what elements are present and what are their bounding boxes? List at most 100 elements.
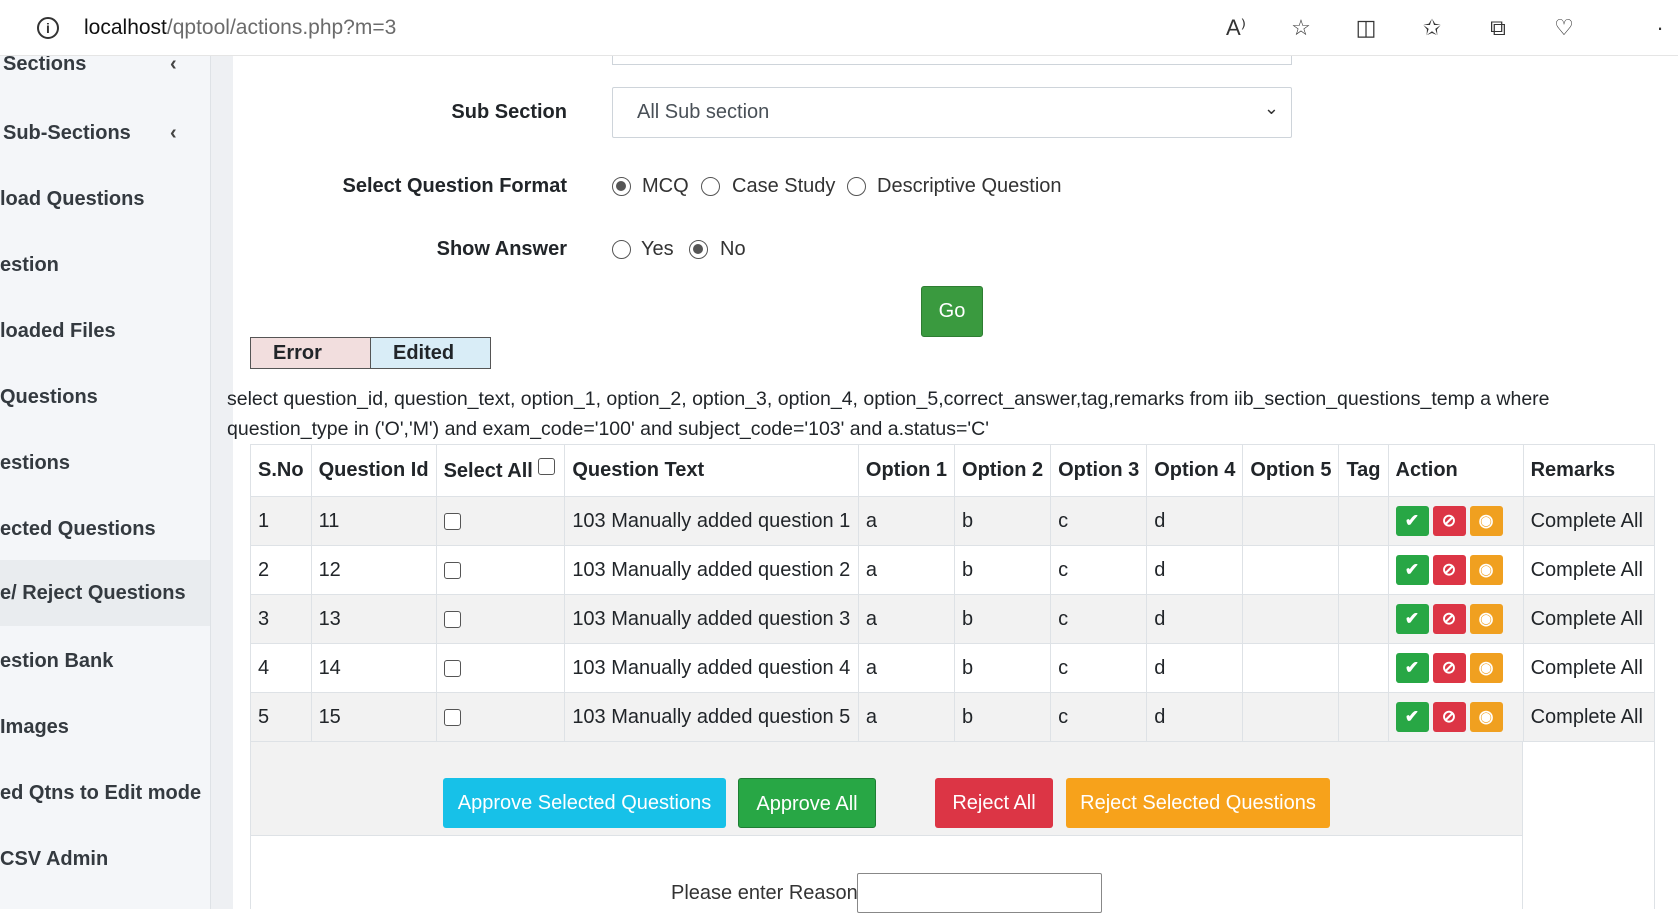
view-eye-icon[interactable]: ◉ bbox=[1469, 506, 1503, 536]
col-header-question-id: Question Id bbox=[310, 444, 437, 497]
cell-option-2: b bbox=[954, 545, 1052, 595]
cell-option-5 bbox=[1242, 545, 1340, 595]
error-legend: Error bbox=[250, 337, 371, 369]
reject-all-button[interactable]: Reject All bbox=[935, 778, 1053, 828]
show-answer-option-label: Yes bbox=[641, 238, 674, 260]
cell-sno: 3 bbox=[250, 594, 312, 644]
row-checkbox[interactable] bbox=[443, 659, 461, 677]
format-radio-mcq[interactable] bbox=[612, 177, 631, 196]
view-eye-icon[interactable]: ◉ bbox=[1469, 702, 1503, 732]
read-aloud-icon[interactable]: A⁾ bbox=[1222, 14, 1250, 42]
cell-option-1: a bbox=[857, 643, 956, 693]
split-screen-icon[interactable]: ◫ bbox=[1352, 14, 1380, 42]
sidebar-item-label: ed Qtns to Edit mode bbox=[0, 782, 202, 804]
edited-legend: Edited bbox=[370, 337, 491, 369]
sidebar-item-sub-sections[interactable]: Sub-Sections ‹ bbox=[0, 112, 210, 172]
cell-sno: 2 bbox=[250, 545, 312, 595]
sidebar-item-question-bank[interactable]: estion Bank bbox=[0, 640, 210, 700]
site-info-icon[interactable]: i bbox=[37, 17, 59, 39]
sidebar-item-label: estions bbox=[0, 452, 71, 474]
approve-selected-button[interactable]: Approve Selected Questions bbox=[443, 778, 726, 828]
collections-icon[interactable]: ⧉ bbox=[1484, 14, 1512, 42]
show-answer-radio-no[interactable] bbox=[689, 240, 708, 259]
cell-tag bbox=[1338, 643, 1389, 693]
go-button[interactable]: Go bbox=[921, 286, 983, 337]
chevron-down-icon: ⌄ bbox=[1263, 98, 1279, 118]
reject-ban-icon[interactable]: ⊘ bbox=[1432, 604, 1466, 634]
cell-tag bbox=[1338, 545, 1389, 595]
more-menu-icon[interactable]: · bbox=[1650, 14, 1670, 42]
cell-question-text: 103 Manually added question 1 bbox=[564, 496, 859, 546]
remarks-column-edge bbox=[1523, 741, 1655, 909]
sidebar-item-label: estion bbox=[0, 254, 59, 276]
view-eye-icon[interactable]: ◉ bbox=[1469, 653, 1503, 683]
cell-option-3: c bbox=[1050, 545, 1148, 595]
reject-ban-icon[interactable]: ⊘ bbox=[1432, 555, 1466, 585]
favorites-icon[interactable]: ✩ bbox=[1418, 14, 1446, 42]
row-checkbox[interactable] bbox=[443, 561, 461, 579]
cell-action: ✔ ⊘ ◉ bbox=[1387, 594, 1524, 644]
table-row: 3 13 103 Manually added question 3 a b c… bbox=[250, 594, 1656, 644]
cell-option-2: b bbox=[954, 643, 1052, 693]
sidebar-item-edit-mode[interactable]: ed Qtns to Edit mode bbox=[0, 772, 210, 832]
sidebar-item-label: Sub-Sections bbox=[3, 122, 131, 144]
cell-action: ✔ ⊘ ◉ bbox=[1387, 692, 1524, 742]
approve-check-icon[interactable]: ✔ bbox=[1395, 653, 1429, 683]
format-radio-case-study[interactable] bbox=[701, 177, 720, 196]
sidebar-item-questions[interactable]: Questions bbox=[0, 376, 210, 436]
col-header-option-3: Option 3 bbox=[1050, 444, 1148, 497]
cell-question-text: 103 Manually added question 3 bbox=[564, 594, 859, 644]
url-host: localhost bbox=[84, 16, 167, 39]
sidebar-item-selected-questions[interactable]: ected Questions bbox=[0, 508, 210, 568]
sidebar-item-label: Questions bbox=[0, 386, 98, 408]
sidebar-item-images[interactable]: Images bbox=[0, 706, 210, 766]
cell-option-1: a bbox=[857, 692, 956, 742]
reject-ban-icon[interactable]: ⊘ bbox=[1432, 506, 1466, 536]
approve-check-icon[interactable]: ✔ bbox=[1395, 506, 1429, 536]
sidebar-item-approve-reject-questions[interactable]: e/ Reject Questions bbox=[0, 560, 210, 626]
select-all-checkbox[interactable] bbox=[538, 458, 556, 475]
view-eye-icon[interactable]: ◉ bbox=[1469, 555, 1503, 585]
table-row: 2 12 103 Manually added question 2 a b c… bbox=[250, 545, 1656, 595]
reject-ban-icon[interactable]: ⊘ bbox=[1432, 653, 1466, 683]
chevron-left-icon: ‹ bbox=[170, 56, 177, 75]
cell-option-5 bbox=[1242, 496, 1340, 546]
approve-check-icon[interactable]: ✔ bbox=[1395, 604, 1429, 634]
reason-input[interactable] bbox=[857, 873, 1102, 913]
approve-check-icon[interactable]: ✔ bbox=[1395, 555, 1429, 585]
reject-selected-button[interactable]: Reject Selected Questions bbox=[1066, 778, 1330, 828]
sidebar-item-questions-2[interactable]: estions bbox=[0, 442, 210, 502]
format-radio-descriptive[interactable] bbox=[847, 177, 866, 196]
sidebar-item-question[interactable]: estion bbox=[0, 244, 210, 304]
cell-remarks: Complete All bbox=[1522, 496, 1656, 546]
sidebar-item-upload-questions[interactable]: load Questions bbox=[0, 178, 210, 238]
sidebar-item-csv-admin[interactable]: CSV Admin bbox=[0, 838, 210, 898]
format-option-label: Descriptive Question bbox=[877, 175, 1062, 197]
row-checkbox[interactable] bbox=[443, 708, 461, 726]
sidebar-item-uploaded-files[interactable]: loaded Files bbox=[0, 310, 210, 370]
cell-select bbox=[435, 692, 566, 742]
browser-health-icon[interactable]: ♡ bbox=[1550, 14, 1578, 42]
cell-option-4: d bbox=[1146, 692, 1244, 742]
reject-ban-icon[interactable]: ⊘ bbox=[1432, 702, 1466, 732]
browser-toolbar: i localhost/qptool/actions.php?m=3 A⁾ ☆ … bbox=[0, 0, 1678, 56]
sidebar: Sections ‹ Sub-Sections ‹ load Questions… bbox=[0, 56, 211, 909]
sql-query-text: select question_id, question_text, optio… bbox=[227, 388, 1550, 440]
row-checkbox[interactable] bbox=[443, 610, 461, 628]
sidebar-item-sections[interactable]: Sections ‹ bbox=[0, 56, 210, 116]
table-row: 4 14 103 Manually added question 4 a b c… bbox=[250, 643, 1656, 693]
col-header-option-2: Option 2 bbox=[954, 444, 1052, 497]
view-eye-icon[interactable]: ◉ bbox=[1469, 604, 1503, 634]
approve-check-icon[interactable]: ✔ bbox=[1395, 702, 1429, 732]
approve-all-button[interactable]: Approve All bbox=[738, 778, 876, 828]
col-header-sno: S.No bbox=[250, 444, 312, 497]
show-answer-radio-yes[interactable] bbox=[612, 240, 631, 259]
cell-question-id: 11 bbox=[310, 496, 437, 546]
row-checkbox[interactable] bbox=[443, 512, 461, 530]
cell-remarks: Complete All bbox=[1522, 643, 1656, 693]
cell-tag bbox=[1338, 496, 1389, 546]
sub-section-select[interactable]: All Sub section ⌄ bbox=[612, 87, 1292, 138]
cell-question-id: 13 bbox=[310, 594, 437, 644]
address-bar[interactable]: localhost/qptool/actions.php?m=3 bbox=[84, 16, 396, 40]
favorite-star-icon[interactable]: ☆ bbox=[1287, 14, 1315, 42]
